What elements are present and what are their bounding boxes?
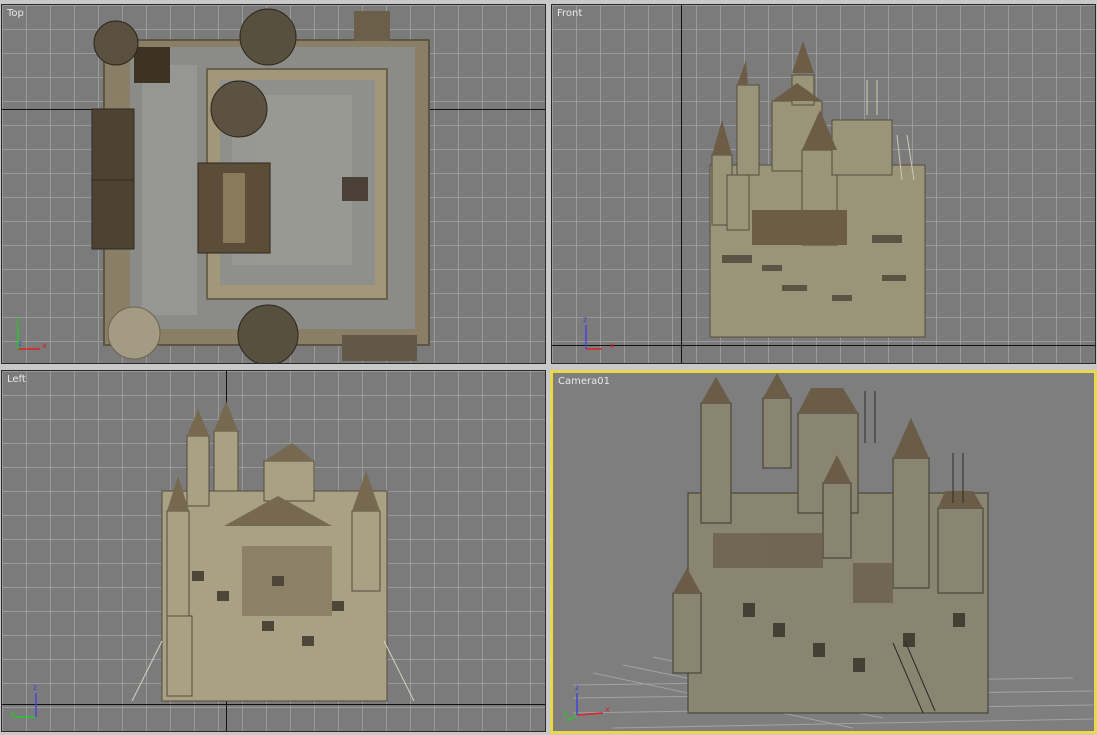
- viewport-label[interactable]: Top: [7, 8, 24, 19]
- viewport-front[interactable]: Front x z: [551, 4, 1096, 364]
- gizmo-z-label: z: [18, 339, 23, 348]
- gizmo-y-label: y: [10, 709, 15, 718]
- castle-left-view: [131, 401, 415, 702]
- viewport-top[interactable]: Top x y z: [1, 4, 546, 364]
- viewport-label[interactable]: Front: [557, 8, 582, 19]
- gizmo-y-label: y: [563, 709, 568, 718]
- viewport-label[interactable]: Camera01: [558, 376, 610, 387]
- gizmo-y-label: y: [15, 315, 20, 324]
- viewport-camera[interactable]: Camera01 x y z: [550, 370, 1097, 734]
- castle-top-view: [91, 8, 430, 363]
- gizmo-z-label: z: [575, 683, 580, 692]
- gizmo-x-label: x: [605, 705, 610, 714]
- axis-gizmo: x y z: [12, 315, 52, 355]
- gizmo-z-label: z: [33, 683, 38, 692]
- gizmo-x-label: x: [610, 341, 615, 350]
- axis-gizmo: x y z: [563, 683, 610, 723]
- castle-perspective-view: [672, 373, 989, 714]
- viewport-label[interactable]: Left: [7, 374, 26, 385]
- castle-front-view: [709, 41, 926, 338]
- gizmo-x-label: x: [42, 341, 47, 350]
- gizmo-z-label: z: [583, 315, 588, 324]
- viewport-left[interactable]: Left y z: [1, 370, 546, 732]
- axis-gizmo: x z: [562, 315, 615, 355]
- axis-gizmo: y z: [10, 683, 52, 723]
